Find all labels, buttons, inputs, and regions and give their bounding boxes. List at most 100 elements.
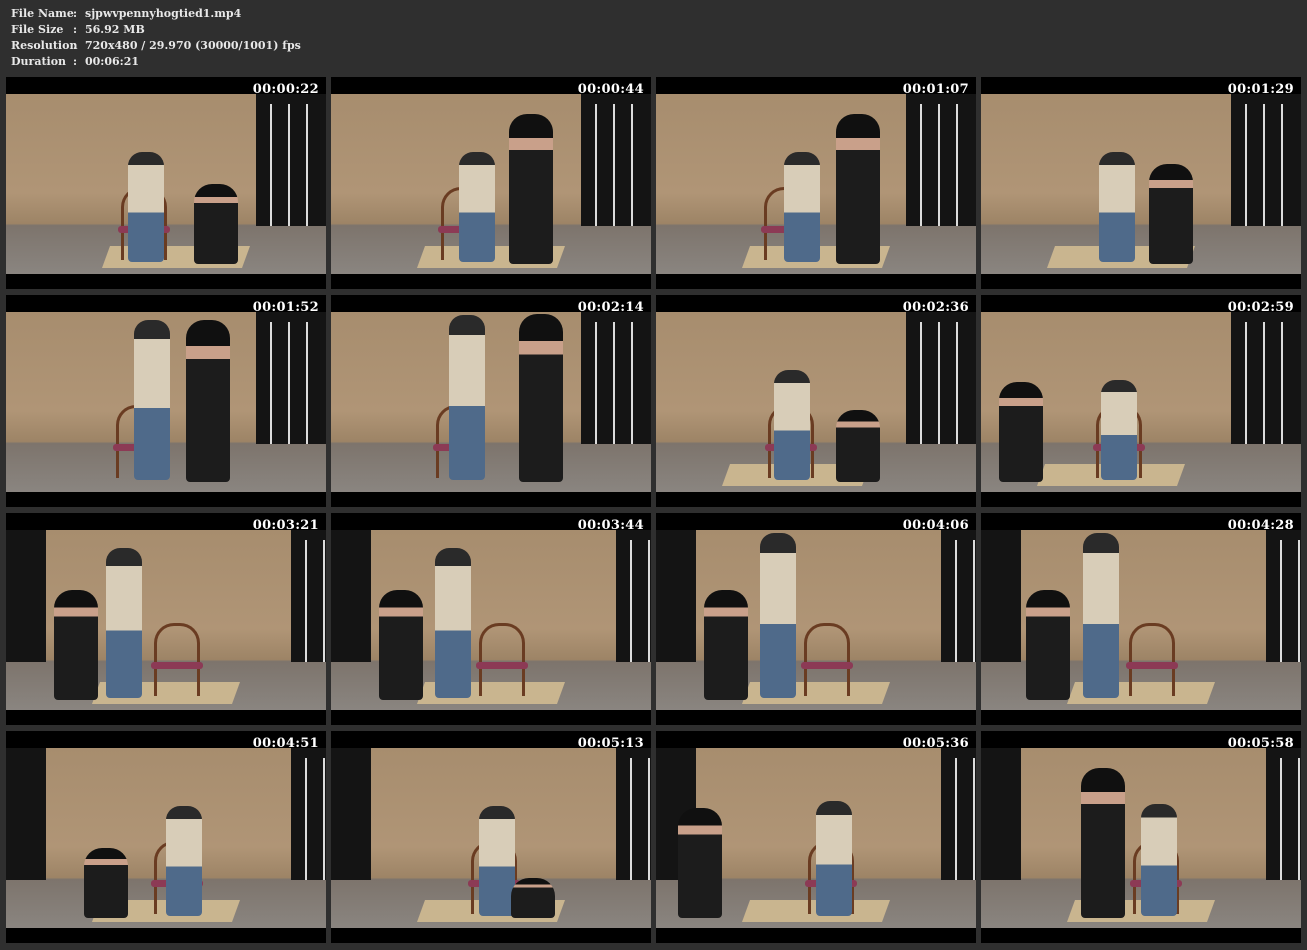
person	[836, 114, 880, 264]
info-row-duration: Duration : 00:06:21	[11, 54, 301, 70]
timestamp: 00:01:07	[902, 82, 969, 97]
chair	[476, 623, 528, 696]
info-label: Duration	[11, 55, 67, 68]
person	[479, 806, 515, 916]
info-label: File Name	[11, 7, 74, 20]
person	[194, 184, 238, 264]
curtain-rod	[1245, 104, 1247, 226]
curtain-rod	[920, 104, 922, 226]
info-row-resolution: Resolution : 720x480 / 29.970 (30000/100…	[11, 38, 301, 54]
info-value: 00:06:21	[85, 55, 140, 68]
info-row-file-name: File Name : sjpwvpennyhogtied1.mp4	[11, 6, 301, 22]
video-frame	[6, 748, 326, 928]
curtain-rod	[1263, 104, 1265, 226]
person	[379, 590, 423, 700]
person	[704, 590, 748, 700]
person	[1081, 768, 1125, 918]
person	[134, 320, 170, 480]
curtain-rod	[955, 758, 957, 880]
curtain-rod	[955, 540, 957, 662]
info-value: 56.92 MB	[85, 23, 145, 36]
curtain-rod	[305, 540, 307, 662]
info-value: 720x480 / 29.970 (30000/1001) fps	[85, 39, 301, 52]
person	[999, 382, 1043, 482]
thumbnail: 00:04:51	[6, 731, 326, 943]
curtain-rod	[288, 322, 290, 444]
curtain	[256, 94, 326, 226]
curtain	[1266, 530, 1301, 662]
thumbnail-grid: 00:00:22 00:00:44 00:01:07 00:01:29 00:0…	[6, 77, 1301, 943]
curtain-rod	[306, 322, 308, 444]
video-frame	[6, 94, 326, 274]
curtain-rod	[956, 104, 958, 226]
curtain-rod	[306, 104, 308, 226]
curtain	[616, 530, 651, 662]
person	[1149, 164, 1193, 264]
video-frame	[6, 312, 326, 492]
curtain	[981, 530, 1021, 662]
curtain-rod	[1298, 758, 1300, 880]
timestamp: 00:05:13	[577, 736, 644, 751]
curtain-rod	[920, 322, 922, 444]
curtain	[581, 94, 651, 226]
person	[784, 152, 820, 262]
video-frame	[331, 530, 651, 710]
person	[1141, 804, 1177, 916]
video-frame	[656, 748, 976, 928]
info-colon: :	[73, 55, 78, 68]
curtain-rod	[631, 322, 633, 444]
curtain	[6, 748, 46, 880]
chair	[151, 623, 203, 696]
timestamp: 00:03:44	[577, 518, 644, 533]
video-frame	[981, 530, 1301, 710]
person	[1083, 533, 1119, 698]
curtain-rod	[288, 104, 290, 226]
timestamp: 00:00:44	[577, 82, 644, 97]
person	[449, 315, 485, 480]
thumbnail: 00:04:28	[981, 513, 1301, 725]
info-label: Resolution	[11, 39, 78, 52]
curtain-rod	[630, 540, 632, 662]
curtain	[616, 748, 651, 880]
curtain-rod	[938, 104, 940, 226]
person	[166, 806, 202, 916]
info-label: File Size	[11, 23, 64, 36]
curtain	[906, 94, 976, 226]
thumbnail: 00:05:36	[656, 731, 976, 943]
curtain-rod	[648, 758, 650, 880]
person	[1099, 152, 1135, 262]
chair	[801, 623, 853, 696]
video-frame	[981, 312, 1301, 492]
thumbnail: 00:01:29	[981, 77, 1301, 289]
curtain-rod	[323, 540, 325, 662]
timestamp: 00:02:14	[577, 300, 644, 315]
timestamp: 00:03:21	[252, 518, 319, 533]
thumbnail: 00:03:44	[331, 513, 651, 725]
timestamp: 00:00:22	[252, 82, 319, 97]
person	[816, 801, 852, 916]
timestamp: 00:05:58	[1227, 736, 1294, 751]
thumbnail: 00:01:07	[656, 77, 976, 289]
person	[836, 410, 880, 482]
person	[435, 548, 471, 698]
curtain-rod	[938, 322, 940, 444]
timestamp: 00:05:36	[902, 736, 969, 751]
curtain-rod	[973, 540, 975, 662]
person	[511, 878, 555, 918]
curtain-rod	[630, 758, 632, 880]
curtain-rod	[648, 540, 650, 662]
person	[1101, 380, 1137, 480]
timestamp: 00:01:52	[252, 300, 319, 315]
video-frame	[331, 312, 651, 492]
timestamp: 00:02:59	[1227, 300, 1294, 315]
timestamp: 00:02:36	[902, 300, 969, 315]
thumbnail: 00:04:06	[656, 513, 976, 725]
timestamp: 00:04:28	[1227, 518, 1294, 533]
curtain	[291, 530, 326, 662]
curtain-rod	[613, 322, 615, 444]
file-info: File Name : sjpwvpennyhogtied1.mp4 File …	[11, 6, 301, 70]
curtain-rod	[613, 104, 615, 226]
curtain	[256, 312, 326, 444]
chair	[1126, 623, 1178, 696]
person	[519, 314, 563, 482]
